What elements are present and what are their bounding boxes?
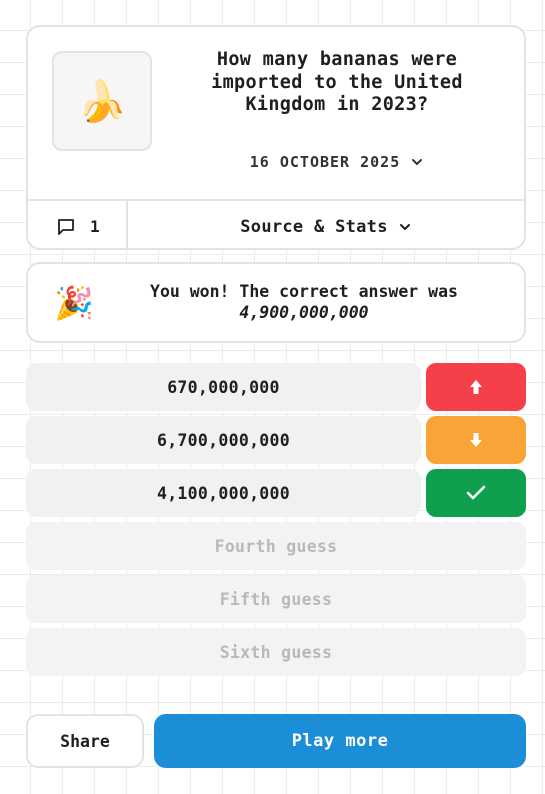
result-text: You won! The correct answer was xyxy=(150,282,458,301)
guess-value: 670,000,000 xyxy=(167,377,280,397)
chevron-down-icon xyxy=(412,159,423,165)
question-text: How many bananas were imported to the Un… xyxy=(211,49,463,115)
play-more-button[interactable]: Play more xyxy=(154,714,526,768)
banana-icon: 🍌 xyxy=(52,51,152,151)
comments-button[interactable]: 1 xyxy=(28,201,128,248)
empty-guess-slot: Fourth guess xyxy=(26,522,526,570)
placeholder-text: Fifth guess xyxy=(219,589,333,609)
correct-answer: 4,900,000,000 xyxy=(239,303,369,322)
arrow-down-icon xyxy=(470,433,482,447)
source-stats-label: Source & Stats xyxy=(240,216,388,237)
party-popper-icon: 🎉 xyxy=(54,284,94,322)
guess-value: 6,700,000,000 xyxy=(156,430,291,450)
placeholder-text: Fourth guess xyxy=(214,536,338,556)
placeholder-text: Sixth guess xyxy=(219,642,333,662)
share-button[interactable]: Share xyxy=(26,714,144,768)
checkmark-icon xyxy=(466,485,486,500)
date-selector[interactable]: 16 OCTOBER 2025 xyxy=(174,153,500,171)
comment-icon xyxy=(58,218,74,235)
guess-row: 4,100,000,000 xyxy=(26,469,421,517)
hint-higher xyxy=(426,363,526,411)
question-card: 🍌 How many bananas were imported to the … xyxy=(26,25,526,250)
hint-lower xyxy=(426,416,526,464)
question-date: 16 OCTOBER 2025 xyxy=(249,153,401,171)
empty-guess-slot: Fifth guess xyxy=(26,575,526,623)
hint-correct xyxy=(426,469,526,517)
guess-row: 670,000,000 xyxy=(26,363,421,411)
result-card: 🎉 You won! The correct answer was 4,900,… xyxy=(26,262,526,343)
chevron-down-icon xyxy=(399,223,410,230)
comment-count: 1 xyxy=(90,217,100,236)
question-footer: 1 Source & Stats xyxy=(28,199,524,248)
question-header: 🍌 How many bananas were imported to the … xyxy=(28,27,524,199)
arrow-up-icon xyxy=(470,380,482,394)
guess-row: 6,700,000,000 xyxy=(26,416,421,464)
result-message: You won! The correct answer was 4,900,00… xyxy=(114,281,494,323)
guess-value: 4,100,000,000 xyxy=(156,483,291,503)
source-stats-button[interactable]: Source & Stats xyxy=(128,201,524,248)
empty-guess-slot: Sixth guess xyxy=(26,628,526,676)
